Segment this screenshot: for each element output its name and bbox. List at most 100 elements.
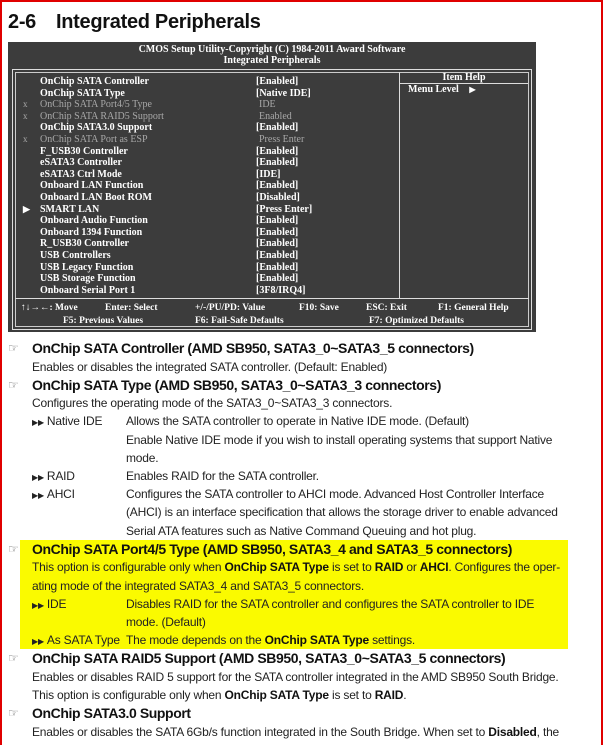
bios-item-label: OnChip SATA RAID5 Support bbox=[40, 110, 164, 122]
text-segment: This option is configurable only when bbox=[32, 688, 225, 703]
bios-item[interactable]: eSATA3 Ctrl Mode [IDE] bbox=[13, 169, 399, 181]
item-help-title: Item Help bbox=[400, 72, 528, 84]
setting-heading-text: OnChip SATA RAID5 Support (AMD SB950, SA… bbox=[32, 650, 506, 667]
bios-item-value: [3F8/IRQ4] bbox=[256, 284, 306, 296]
footer-move: ↑↓→←: Move bbox=[21, 303, 78, 313]
text-segment: Enables or disables the integrated SATA … bbox=[32, 359, 388, 374]
menu-level: Menu Level ▶ bbox=[400, 84, 528, 96]
option-name: ▶▶ Native IDE bbox=[32, 412, 102, 432]
bios-item[interactable]: USB Controllers [Enabled] bbox=[13, 250, 399, 262]
bios-item-label: eSATA3 Controller bbox=[40, 157, 122, 169]
document-body: ☞ OnChip SATA Controller (AMD SB950, SATA… bbox=[8, 339, 568, 741]
bios-item-label: USB Legacy Function bbox=[40, 261, 134, 273]
bios-item-value: Enabled bbox=[259, 110, 292, 122]
option-name: ▶▶ RAID bbox=[32, 467, 75, 487]
bios-item-label: SMART LAN bbox=[40, 203, 100, 215]
option-name: ▶▶ As SATA Type bbox=[32, 631, 120, 651]
footer-optimized: F7: Optimized Defaults bbox=[369, 316, 464, 326]
option-description: Enable Native IDE mode if you wish to in… bbox=[8, 431, 568, 449]
bold-term: RAID bbox=[374, 560, 404, 575]
setting-section: ☞ OnChip SATA Port4/5 Type (AMD SB950, SA… bbox=[8, 539, 568, 650]
section-title: Integrated Peripherals bbox=[56, 11, 261, 33]
text-segment: Disables RAID for the SATA controller an… bbox=[126, 596, 535, 611]
bios-item-label: OnChip SATA3.0 Support bbox=[40, 122, 153, 134]
text-segment: Configures the SATA controller to AHCI m… bbox=[126, 487, 544, 502]
text-segment: Enables or disables RAID 5 support for t… bbox=[32, 669, 559, 684]
pointing-hand-icon: ☞ bbox=[8, 651, 19, 666]
bios-item[interactable]: OnChip SATA3.0 Support [Enabled] bbox=[13, 122, 399, 134]
bios-item[interactable]: Onboard Serial Port 1 [3F8/IRQ4] bbox=[13, 285, 399, 297]
setting-heading: ☞ OnChip SATA RAID5 Support (AMD SB950, S… bbox=[8, 649, 568, 668]
bios-item-value: [Enabled] bbox=[256, 122, 299, 134]
text-segment: settings. bbox=[369, 633, 416, 648]
bios-item-value: [Enabled] bbox=[256, 157, 299, 169]
bios-item-value: [Press Enter] bbox=[256, 203, 313, 215]
text-segment: mode. bbox=[126, 450, 159, 465]
bios-item-value: [Enabled] bbox=[256, 273, 299, 285]
bios-item[interactable]: ▶ SMART LAN [Press Enter] bbox=[13, 204, 399, 216]
text-segment: Configures the operating mode of the SAT… bbox=[32, 396, 393, 411]
bios-item-value: [Enabled] bbox=[256, 249, 299, 261]
description-line: ating mode of the integrated SATA3_4 and… bbox=[8, 577, 568, 595]
bold-term: AHCI bbox=[419, 560, 449, 575]
bios-item-label: USB Controllers bbox=[40, 249, 111, 261]
text-segment: This option is configurable only when bbox=[32, 560, 225, 575]
bios-item[interactable]: x OnChip SATA Port4/5 Type IDE bbox=[13, 99, 399, 111]
bios-item-value: [Enabled] bbox=[256, 145, 299, 157]
bios-item[interactable]: Onboard LAN Function [Enabled] bbox=[13, 180, 399, 192]
text-segment: Enable Native IDE mode if you wish to in… bbox=[126, 432, 553, 447]
option-item: ▶▶ IDE Disables RAID for the SATA controll… bbox=[8, 595, 568, 631]
bios-item[interactable]: x OnChip SATA Port as ESP Press Enter bbox=[13, 134, 399, 146]
double-arrow-icon: ▶▶ bbox=[32, 418, 44, 428]
bios-item-label: OnChip SATA Port4/5 Type bbox=[40, 99, 152, 111]
bios-item[interactable]: R_USB30 Controller [Enabled] bbox=[13, 238, 399, 250]
bios-item[interactable]: Onboard Audio Function [Enabled] bbox=[13, 215, 399, 227]
bios-frame: OnChip SATA Controller [Enabled] OnChip SA… bbox=[12, 69, 532, 330]
setting-section: ☞ OnChip SATA RAID5 Support (AMD SB950, S… bbox=[8, 649, 568, 704]
bios-item[interactable]: x OnChip SATA RAID5 Support Enabled bbox=[13, 111, 399, 123]
bios-item-label: Onboard Audio Function bbox=[40, 215, 148, 227]
bios-item[interactable]: USB Storage Function [Enabled] bbox=[13, 273, 399, 285]
bios-item-label: USB Storage Function bbox=[40, 273, 136, 285]
divider bbox=[399, 72, 400, 298]
bios-item[interactable]: USB Legacy Function [Enabled] bbox=[13, 262, 399, 274]
option-name-text: AHCI bbox=[46, 487, 75, 502]
bios-item-value: [IDE] bbox=[256, 168, 281, 180]
setting-heading: ☞ OnChip SATA Type (AMD SB950, SATA3_0~SA… bbox=[8, 376, 568, 395]
bios-item[interactable]: F_USB30 Controller [Enabled] bbox=[13, 146, 399, 158]
option-description: (AHCI) is an interface specification tha… bbox=[8, 503, 568, 521]
text-segment: . Configures the oper- bbox=[448, 560, 561, 575]
bios-item[interactable]: Onboard LAN Boot ROM [Disabled] bbox=[13, 192, 399, 204]
bios-item-label: OnChip SATA Type bbox=[40, 87, 125, 99]
bios-item[interactable]: eSATA3 Controller [Enabled] bbox=[13, 157, 399, 169]
menu-level-label: Menu Level bbox=[408, 84, 459, 95]
disabled-marker: x bbox=[23, 133, 28, 144]
option-item: ▶▶ As SATA Type The mode depends on the On… bbox=[8, 631, 568, 649]
setting-heading: ☞ OnChip SATA3.0 Support bbox=[8, 704, 568, 723]
divider bbox=[15, 298, 529, 299]
option-description: Enables RAID for the SATA controller. bbox=[8, 467, 568, 485]
text-segment: . bbox=[403, 688, 407, 703]
bios-item-value: [Enabled] bbox=[256, 180, 299, 192]
description-line: This option is configurable only when On… bbox=[8, 686, 568, 704]
option-item: ▶▶ RAID Enables RAID for the SATA controll… bbox=[8, 467, 568, 485]
setting-heading-text: OnChip SATA Controller (AMD SB950, SATA3… bbox=[32, 340, 474, 356]
footer-select: Enter: Select bbox=[105, 303, 158, 313]
bios-copyright: CMOS Setup Utility-Copyright (C) 1984-20… bbox=[138, 44, 406, 55]
bios-header: CMOS Setup Utility-Copyright (C) 1984-20… bbox=[8, 42, 536, 66]
footer-save: F10: Save bbox=[299, 303, 339, 313]
text-segment: ating mode of the integrated SATA3_4 and… bbox=[32, 578, 364, 593]
description-line: This option is configurable only when On… bbox=[8, 558, 568, 576]
bios-item-list: OnChip SATA Controller [Enabled] OnChip SA… bbox=[13, 76, 399, 296]
bios-page-title: Integrated Peripherals bbox=[223, 55, 321, 66]
bios-item-label: R_USB30 Controller bbox=[40, 238, 129, 250]
bios-item[interactable]: Onboard 1394 Function [Enabled] bbox=[13, 227, 399, 239]
text-segment: (AHCI) is an interface specification tha… bbox=[126, 505, 558, 520]
option-description: Disables RAID for the SATA controller an… bbox=[8, 595, 568, 613]
section-number: 2-6 bbox=[8, 11, 37, 33]
setting-heading: ☞ OnChip SATA Controller (AMD SB950, SATA… bbox=[8, 339, 568, 358]
page-title: 2-6 Integrated Peripherals bbox=[8, 11, 261, 34]
setting-heading-text: OnChip SATA3.0 Support bbox=[32, 705, 191, 722]
bios-item[interactable]: OnChip SATA Type [Native IDE] bbox=[13, 88, 399, 100]
bios-item[interactable]: OnChip SATA Controller [Enabled] bbox=[13, 76, 399, 88]
